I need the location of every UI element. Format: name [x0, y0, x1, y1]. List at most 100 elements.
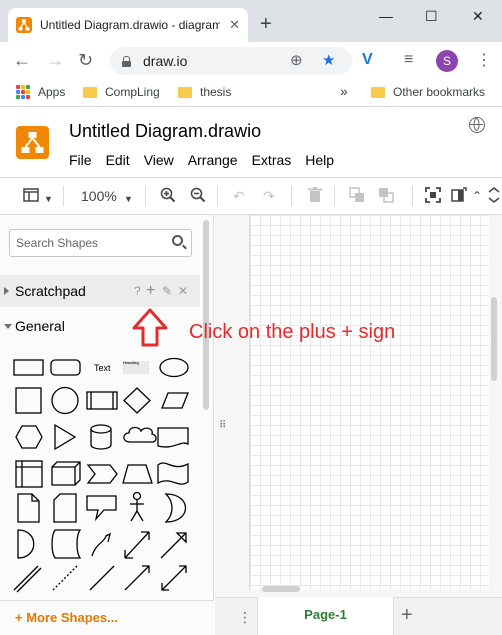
scratchpad-close-icon[interactable]: ✕ [178, 275, 188, 307]
shape-triangle [54, 423, 77, 451]
search-shapes-input[interactable] [9, 229, 192, 257]
bookmark-compling[interactable]: CompLing [83, 85, 160, 99]
tab-page-1[interactable]: Page-1 [257, 597, 394, 635]
back-arrow-icon[interactable]: ← [13, 50, 31, 70]
new-tab-button[interactable]: + [260, 14, 272, 34]
browser-menu-icon[interactable]: ⋮ [476, 52, 492, 70]
toolbar-divider [291, 186, 292, 206]
shape-bidirectional-arrow [124, 531, 150, 559]
scratchpad-edit-pencil-icon[interactable]: ✎ [162, 275, 172, 307]
chevron-down-icon[interactable]: ▼ [44, 190, 53, 208]
toolbar-divider [145, 186, 146, 206]
shape-trapezoid [122, 464, 153, 484]
shape-line [89, 565, 115, 591]
tab-title: Untitled Diagram.drawio - diagrams.net [40, 18, 220, 32]
close-window-icon[interactable]: ✕ [472, 6, 484, 26]
shape-card [53, 493, 77, 523]
shapes-sidebar: Scratchpad ? + ✎ ✕ General [0, 215, 214, 635]
format-panel-icon[interactable] [23, 187, 39, 207]
sidebar-scroll-thumb[interactable] [203, 220, 209, 410]
tab-close-icon[interactable]: ✕ [229, 17, 240, 33]
zoom-level[interactable]: 100% [81, 187, 117, 205]
more-shapes-button[interactable]: + More Shapes... [0, 600, 214, 635]
shape-rounded-rectangle [50, 359, 81, 376]
document-title[interactable]: Untitled Diagram.drawio [69, 121, 261, 142]
reload-icon[interactable]: ↻ [78, 50, 93, 70]
address-bar[interactable]: draw.io ⊕ ★ [110, 47, 352, 75]
shape-cylinder [90, 424, 112, 450]
menu-help[interactable]: Help [305, 152, 334, 168]
drawio-logo-icon [16, 126, 49, 159]
menu-view[interactable]: View [144, 152, 174, 168]
shape-document [157, 427, 189, 448]
install-app-icon[interactable]: ⊕ [290, 51, 303, 71]
url-text: draw.io [143, 53, 188, 69]
toolbar-divider [217, 186, 218, 206]
undo-icon[interactable]: ↶ [233, 187, 245, 205]
menu-arrange[interactable]: Arrange [188, 152, 238, 168]
bookmark-label: Other bookmarks [393, 85, 486, 99]
shape-data-storage [51, 529, 82, 559]
shape-diamond [123, 387, 151, 414]
shape-ellipse [159, 357, 189, 378]
canvas-vertical-scrollbar[interactable] [491, 297, 497, 381]
fullscreen-icon[interactable] [425, 187, 441, 207]
annotation-up-arrow-icon [132, 308, 168, 347]
bookmark-label: Apps [38, 85, 66, 99]
page-tabs-bar: ⋮ Page-1 + [215, 597, 502, 635]
shape-or [164, 493, 186, 523]
sidebar-scrollbar[interactable] [202, 215, 210, 595]
format-panel-toggle-icon[interactable] [451, 187, 467, 207]
redo-icon[interactable]: ↷ [263, 187, 275, 205]
shape-circle [51, 386, 79, 415]
zoom-in-icon[interactable] [160, 187, 176, 207]
maximize-icon[interactable]: ☐ [425, 6, 438, 26]
browser-toolbar: ← → ↻ draw.io ⊕ ★ V ≡ [0, 42, 502, 79]
reading-list-icon[interactable]: ≡ [404, 50, 413, 70]
bookmark-thesis[interactable]: thesis [178, 85, 231, 99]
shape-note [17, 493, 40, 523]
extension-icon[interactable]: V [362, 50, 373, 70]
more-arrows-icon[interactable] [488, 187, 500, 207]
menu-edit[interactable]: Edit [106, 152, 130, 168]
menu-extras[interactable]: Extras [252, 152, 292, 168]
forward-arrow-icon[interactable]: → [46, 50, 64, 70]
menu-file[interactable]: File [69, 152, 92, 168]
to-back-icon[interactable] [378, 187, 394, 207]
toolbar-divider [412, 186, 413, 206]
zoom-out-icon[interactable] [190, 187, 206, 207]
search-icon[interactable] [172, 235, 183, 246]
shape-delay [17, 529, 35, 559]
shape-hexagon [15, 425, 43, 449]
bookmark-star-icon[interactable]: ★ [322, 51, 335, 71]
to-front-icon[interactable] [349, 187, 365, 207]
general-shapes-palette: Text Heading [13, 357, 189, 593]
general-label: General [15, 318, 65, 334]
minimize-icon[interactable]: — [379, 6, 393, 26]
scratchpad-help-icon[interactable]: ? [134, 275, 141, 307]
bookmarks-overflow-icon[interactable]: » [340, 83, 348, 99]
bookmark-other[interactable]: Other bookmarks [371, 85, 485, 99]
scratchpad-add-button[interactable]: + [146, 275, 155, 307]
general-section[interactable]: General [0, 310, 200, 342]
scratchpad-section[interactable]: Scratchpad ? + ✎ ✕ [0, 275, 200, 307]
splitter-handle-icon[interactable]: ⠿ [219, 420, 226, 431]
browser-tab[interactable]: Untitled Diagram.drawio - diagrams.net ✕ [8, 8, 248, 42]
language-globe-icon[interactable] [469, 117, 485, 133]
canvas-area[interactable] [215, 215, 502, 597]
profile-avatar[interactable]: S [436, 50, 458, 72]
editor-toolbar: ▼ 100% ▼ ↶ ↷ ⌃ [0, 177, 502, 215]
shape-rectangle [13, 359, 44, 376]
caret-right-icon [4, 287, 9, 295]
pages-menu-icon[interactable]: ⋮ [238, 608, 252, 626]
add-page-button[interactable]: + [401, 605, 413, 625]
collapse-chevron-up-icon[interactable]: ⌃ [472, 187, 482, 205]
diagram-page-grid[interactable] [249, 215, 489, 590]
canvas-horizontal-scrollbar[interactable] [262, 586, 300, 592]
shape-internal-storage [15, 460, 43, 488]
delete-trash-icon[interactable] [308, 187, 322, 207]
bookmark-apps[interactable]: Apps [16, 85, 65, 99]
shape-actor [130, 491, 144, 522]
chevron-down-icon[interactable]: ▼ [124, 190, 133, 208]
browser-title-bar: Untitled Diagram.drawio - diagrams.net ✕… [0, 0, 502, 42]
